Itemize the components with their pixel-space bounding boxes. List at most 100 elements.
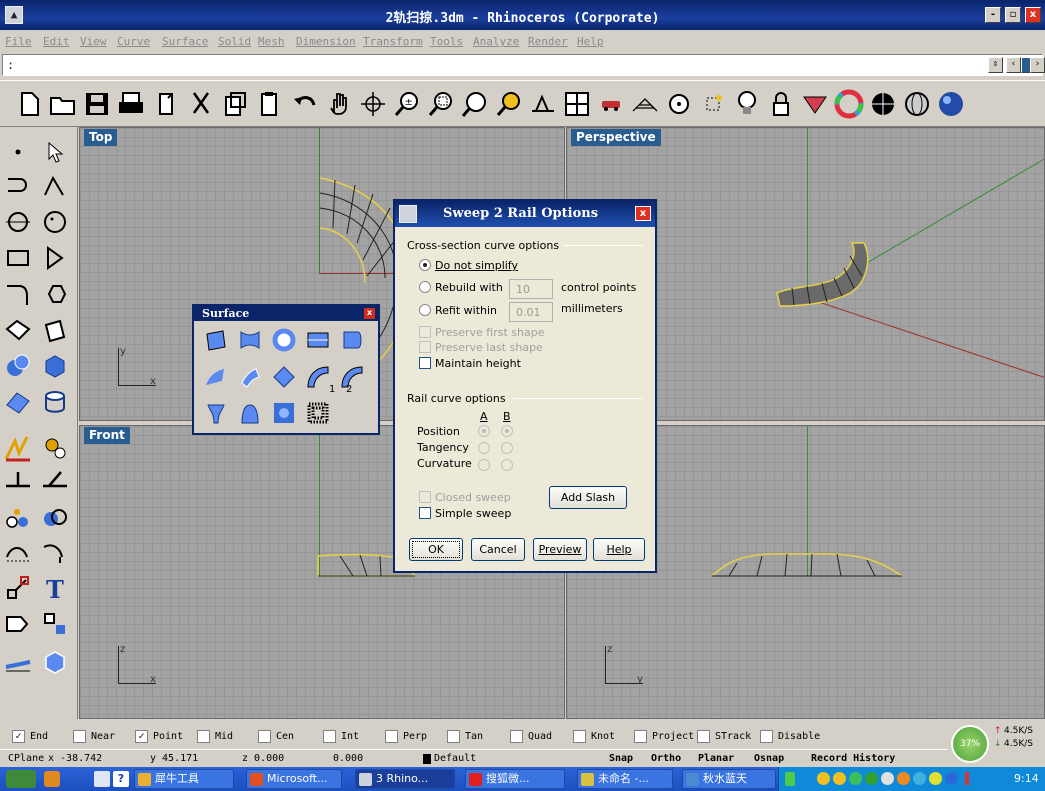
shade-icon[interactable] xyxy=(800,89,830,119)
solid-sphere-icon[interactable] xyxy=(3,351,33,381)
revolve-icon[interactable] xyxy=(236,363,264,391)
planar-curve-surface-icon[interactable] xyxy=(270,326,298,354)
select-filter-icon[interactable] xyxy=(698,89,728,119)
tray-ime-icon[interactable] xyxy=(897,772,910,785)
osnap-tan-checkbox[interactable] xyxy=(447,730,460,743)
move-copy-icon[interactable] xyxy=(3,573,33,603)
refit-within-radio[interactable] xyxy=(419,304,431,316)
ellipse-icon[interactable] xyxy=(40,207,70,237)
surface-panel-close-icon[interactable]: x xyxy=(364,308,375,319)
rotate-view-icon[interactable] xyxy=(358,89,388,119)
analyze-icon[interactable] xyxy=(3,433,33,463)
surface-from-corner-points-icon[interactable] xyxy=(202,326,230,354)
trim-icon[interactable] xyxy=(3,467,33,497)
import-icon[interactable] xyxy=(152,89,182,119)
osnap-cen-checkbox[interactable] xyxy=(258,730,271,743)
group-icon[interactable] xyxy=(3,503,33,533)
menu-surface[interactable]: Surface xyxy=(162,35,208,48)
osnap-knot-checkbox[interactable] xyxy=(573,730,586,743)
tray-qq2-icon[interactable] xyxy=(833,772,846,785)
do-not-simplify-radio[interactable] xyxy=(419,259,431,271)
boolean-icon[interactable] xyxy=(40,503,70,533)
tray-clock[interactable]: 9:14 xyxy=(1014,772,1039,785)
rebuild-with-label[interactable]: Rebuild with xyxy=(435,281,503,294)
menu-view[interactable]: View xyxy=(80,35,107,48)
status-planar[interactable]: Planar xyxy=(698,753,734,764)
block-icon[interactable] xyxy=(40,609,70,639)
surface-from-curves-icon[interactable] xyxy=(3,315,33,345)
zoom-in-out-icon[interactable]: ± xyxy=(392,89,422,119)
render-preview-icon[interactable] xyxy=(868,89,898,119)
save-icon[interactable] xyxy=(82,89,112,119)
start-home-icon[interactable] xyxy=(6,770,36,788)
open-file-icon[interactable] xyxy=(48,89,78,119)
transform-tools-icon[interactable] xyxy=(40,433,70,463)
circle-icon[interactable] xyxy=(3,207,33,237)
add-slash-button[interactable]: Add Slash xyxy=(549,486,627,509)
rebuild-with-radio[interactable] xyxy=(419,281,431,293)
tray-alert-icon[interactable] xyxy=(965,772,969,785)
taskbar-item-untitled[interactable]: 未命名 -... xyxy=(577,769,673,789)
status-layer[interactable]: Default xyxy=(434,753,476,764)
copy-icon[interactable] xyxy=(220,89,250,119)
tray-update-icon[interactable] xyxy=(945,772,958,785)
status-ortho[interactable]: Ortho xyxy=(651,753,681,764)
closed-sweep-checkbox[interactable] xyxy=(419,491,431,503)
rail-b-position-radio[interactable] xyxy=(501,425,513,437)
taskbar-item-rhino[interactable]: 3 Rhino... xyxy=(355,769,455,789)
viewport-layout-icon[interactable] xyxy=(562,89,592,119)
tray-messenger-icon[interactable] xyxy=(913,772,926,785)
rail-b-curvature-radio[interactable] xyxy=(501,459,513,471)
restore-button[interactable]: ▫ xyxy=(1005,7,1021,23)
blend-surface-icon[interactable] xyxy=(202,399,230,427)
tray-battery-icon[interactable] xyxy=(785,772,795,786)
rectangular-plane-icon[interactable] xyxy=(304,326,332,354)
preserve-last-checkbox[interactable] xyxy=(419,341,431,353)
rebuild-points-field[interactable]: 10 xyxy=(509,279,553,299)
edit-points-icon[interactable] xyxy=(40,279,70,309)
render-icon[interactable] xyxy=(936,89,966,119)
surface-panel-titlebar[interactable]: Surface x xyxy=(194,306,378,321)
osnap-strack-checkbox[interactable] xyxy=(697,730,710,743)
menu-tools[interactable]: Tools xyxy=(430,35,463,48)
close-button[interactable]: x xyxy=(1025,7,1041,23)
refit-within-label[interactable]: Refit within xyxy=(435,304,497,317)
planar-surface-icon[interactable] xyxy=(40,315,70,345)
cancel-button[interactable]: Cancel xyxy=(471,538,525,561)
osnap-mid-checkbox[interactable] xyxy=(197,730,210,743)
set-view-icon[interactable] xyxy=(528,89,558,119)
patch-surface-icon[interactable] xyxy=(270,399,298,427)
extrude-icon[interactable] xyxy=(3,609,33,639)
maintain-height-checkbox[interactable] xyxy=(419,357,431,369)
paste-icon[interactable] xyxy=(254,89,284,119)
status-osnap[interactable]: Osnap xyxy=(754,753,784,764)
dialog-close-icon[interactable]: x xyxy=(635,206,651,221)
ok-button[interactable]: OK xyxy=(409,538,463,561)
rail-revolve-icon[interactable] xyxy=(270,363,298,391)
point-icon[interactable] xyxy=(3,137,33,167)
status-record-history[interactable]: Record History xyxy=(811,753,895,764)
tray-volume-icon[interactable] xyxy=(881,772,894,785)
taskbar-item-autumn[interactable]: 秋水蓝天 xyxy=(682,769,776,789)
new-file-icon[interactable] xyxy=(14,89,44,119)
osnap-project-checkbox[interactable] xyxy=(634,730,647,743)
scroll-left-icon[interactable]: ‹ xyxy=(1006,57,1021,73)
rail-a-curvature-radio[interactable] xyxy=(478,459,490,471)
show-desktop-icon[interactable] xyxy=(94,771,110,787)
surface-from-edge-curves-icon[interactable] xyxy=(236,326,264,354)
maintain-height-label[interactable]: Maintain height xyxy=(435,357,521,370)
layer-color-swatch[interactable] xyxy=(423,754,431,764)
text-object-icon[interactable]: T xyxy=(40,573,70,603)
mesh-icon[interactable] xyxy=(3,387,33,417)
quicklaunch-app-icon[interactable] xyxy=(44,771,60,787)
tray-network-icon[interactable] xyxy=(849,772,862,785)
minimize-button[interactable]: - xyxy=(985,7,1001,23)
command-line[interactable]: : ⇕ ‹ › xyxy=(2,54,1045,76)
menu-solid[interactable]: Solid xyxy=(218,35,251,48)
help-button[interactable]: Help xyxy=(593,538,645,561)
menu-help[interactable]: Help xyxy=(577,35,604,48)
viewport-front-label[interactable]: Front xyxy=(84,427,130,444)
simple-sweep-label[interactable]: Simple sweep xyxy=(435,507,511,520)
color-wheel-icon[interactable] xyxy=(834,89,864,119)
do-not-simplify-label[interactable]: Do not simplify xyxy=(435,259,518,272)
